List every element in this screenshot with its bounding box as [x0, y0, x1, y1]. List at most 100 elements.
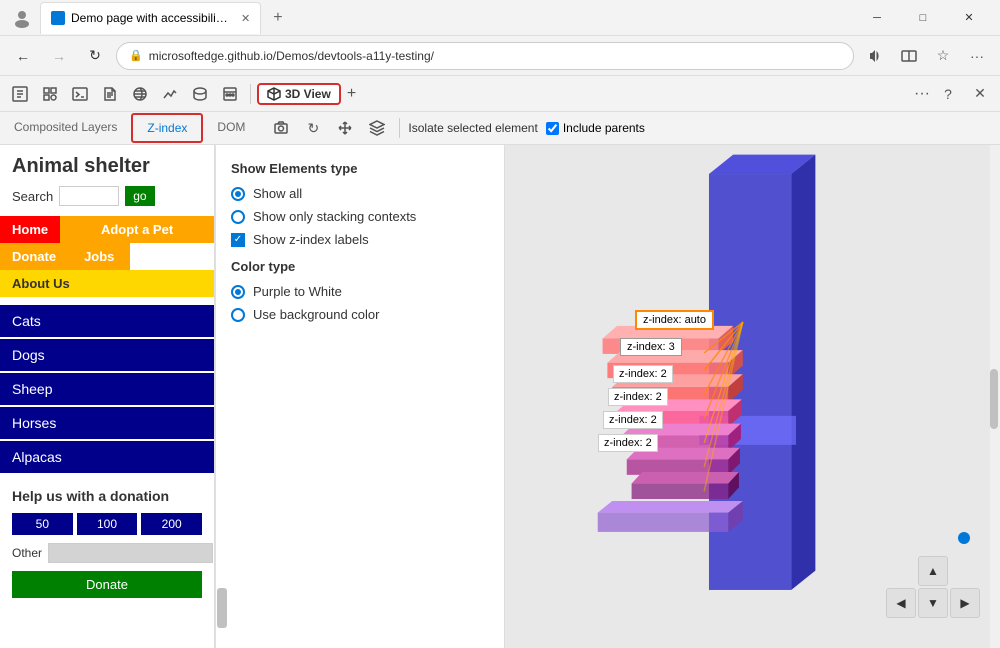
list-item-alpacas[interactable]: Alpacas [0, 441, 214, 473]
close-button[interactable]: ✕ [946, 0, 992, 36]
nav-up-button[interactable]: ▲ [918, 556, 948, 586]
nav-home-button[interactable]: Home [0, 216, 60, 243]
elements-panel-button[interactable] [6, 80, 34, 108]
show-stacking-radio[interactable] [231, 210, 245, 224]
add-panel-button[interactable]: + [343, 85, 360, 103]
nav-arrows: ▲ ◀ ▼ ▶ [886, 556, 980, 618]
show-stacking-option[interactable]: Show only stacking contexts [231, 209, 488, 224]
devtools-right-controls: ··· ? ✕ [914, 80, 994, 108]
website-scrollbar[interactable] [215, 145, 216, 648]
more-button[interactable]: ··· [962, 41, 992, 71]
title-bar: Demo page with accessibility iss ✕ + ─ □… [0, 0, 1000, 36]
active-tab[interactable]: Demo page with accessibility iss ✕ [40, 2, 261, 34]
include-parents-label: Include parents [563, 121, 645, 135]
3d-scrollbar-thumb[interactable] [990, 369, 998, 429]
donate-button[interactable]: Donate [12, 571, 202, 598]
browser-frame: Demo page with accessibility iss ✕ + ─ □… [0, 0, 1000, 648]
3d-view-button[interactable]: 3D View [257, 83, 341, 105]
nav-jobs-button[interactable]: Jobs [68, 243, 130, 270]
nav-adopt-button[interactable]: Adopt a Pet [60, 216, 214, 243]
amount-50-button[interactable]: 50 [12, 513, 73, 535]
list-item-sheep[interactable]: Sheep [0, 373, 214, 405]
nav-controls: ▲ ◀ ▼ ▶ [886, 532, 980, 618]
nav-menu: Home Adopt a Pet Donate Jobs About Us [0, 216, 214, 297]
back-button[interactable]: ← [8, 41, 38, 71]
isolate-separator [399, 118, 400, 138]
color-type-title: Color type [231, 259, 488, 274]
search-input[interactable] [59, 186, 119, 206]
list-item-cats[interactable]: Cats [0, 305, 214, 337]
sources-panel-button[interactable] [96, 80, 124, 108]
other-amount-input[interactable] [48, 543, 213, 563]
show-all-option[interactable]: Show all [231, 186, 488, 201]
zindex-label-2b: z-index: 2 [608, 388, 668, 406]
application-panel-button[interactable] [216, 80, 244, 108]
forward-button[interactable]: → [44, 41, 74, 71]
screenshot-button-group: ↻ [267, 114, 391, 142]
network-panel-button[interactable] [126, 80, 154, 108]
maximize-button[interactable]: □ [900, 0, 946, 36]
go-button[interactable]: go [125, 186, 154, 206]
show-all-label: Show all [253, 186, 302, 201]
screenshot-button[interactable] [267, 114, 295, 142]
animal-list: Cats Dogs Sheep Horses Alpacas [0, 305, 214, 473]
favorites-button[interactable]: ☆ [928, 41, 958, 71]
donation-amounts: 50 100 200 [12, 513, 202, 535]
nav-right-button[interactable]: ▶ [950, 588, 980, 618]
minimize-button[interactable]: ─ [854, 0, 900, 36]
more-tools-button[interactable]: ··· [914, 85, 930, 103]
zindex-label-2a: z-index: 2 [613, 365, 673, 383]
window-controls: ─ □ ✕ [854, 0, 992, 36]
toolbar-separator [250, 84, 251, 104]
styles-panel-button[interactable] [36, 80, 64, 108]
refresh-view-button[interactable]: ↻ [299, 114, 327, 142]
position-indicator [958, 532, 970, 544]
use-bg-color-radio[interactable] [231, 308, 245, 322]
tab-title: Demo page with accessibility iss [71, 11, 231, 25]
console-panel-button[interactable] [66, 80, 94, 108]
layers-button[interactable] [363, 114, 391, 142]
amount-200-button[interactable]: 200 [141, 513, 202, 535]
shelter-title: Animal shelter [12, 155, 202, 178]
3d-view-scrollbar[interactable] [990, 145, 1000, 648]
tab-close-button[interactable]: ✕ [241, 12, 250, 25]
url-box[interactable]: 🔒 microsoftedge.github.io/Demos/devtools… [116, 42, 854, 70]
scrollbar-thumb[interactable] [217, 588, 227, 628]
new-tab-button[interactable]: + [265, 9, 290, 27]
memory-panel-button[interactable] [186, 80, 214, 108]
tab-area: Demo page with accessibility iss ✕ + [8, 2, 854, 34]
tab-composited-layers[interactable]: Composited Layers [0, 114, 131, 142]
zindex-label-2d: z-index: 2 [598, 434, 658, 452]
show-zindex-checkbox[interactable]: ✓ [231, 233, 245, 247]
list-item-horses[interactable]: Horses [0, 407, 214, 439]
refresh-button[interactable]: ↻ [80, 41, 110, 71]
include-parents-input[interactable] [546, 122, 559, 135]
zindex-label-3: z-index: 3 [620, 338, 682, 356]
address-bar: ← → ↻ 🔒 microsoftedge.github.io/Demos/de… [0, 36, 1000, 76]
tab-z-index[interactable]: Z-index [131, 113, 203, 143]
use-bg-color-option[interactable]: Use background color [231, 307, 488, 322]
isolate-bar: ↻ Isolate selected element Include paren… [259, 112, 1000, 144]
subtabs-area: Composited Layers Z-index DOM [0, 112, 259, 144]
read-aloud-button[interactable] [860, 41, 890, 71]
donation-section: Help us with a donation 50 100 200 Other… [0, 475, 214, 610]
purple-to-white-option[interactable]: Purple to White [231, 284, 488, 299]
profile-icon[interactable] [8, 4, 36, 32]
purple-to-white-radio[interactable] [231, 285, 245, 299]
nav-donate-button[interactable]: Donate [0, 243, 68, 270]
show-zindex-labels-option[interactable]: ✓ Show z-index labels [231, 232, 488, 247]
help-button[interactable]: ? [934, 80, 962, 108]
include-parents-checkbox[interactable]: Include parents [546, 121, 645, 135]
pan-button[interactable] [331, 114, 359, 142]
performance-panel-button[interactable] [156, 80, 184, 108]
amount-100-button[interactable]: 100 [77, 513, 138, 535]
nav-row-3: About Us [0, 270, 214, 297]
nav-about-link[interactable]: About Us [12, 276, 70, 291]
show-all-radio[interactable] [231, 187, 245, 201]
close-devtools-button[interactable]: ✕ [966, 80, 994, 108]
nav-left-button[interactable]: ◀ [886, 588, 916, 618]
nav-down-button[interactable]: ▼ [918, 588, 948, 618]
tab-dom[interactable]: DOM [203, 114, 259, 142]
split-view-button[interactable] [894, 41, 924, 71]
list-item-dogs[interactable]: Dogs [0, 339, 214, 371]
